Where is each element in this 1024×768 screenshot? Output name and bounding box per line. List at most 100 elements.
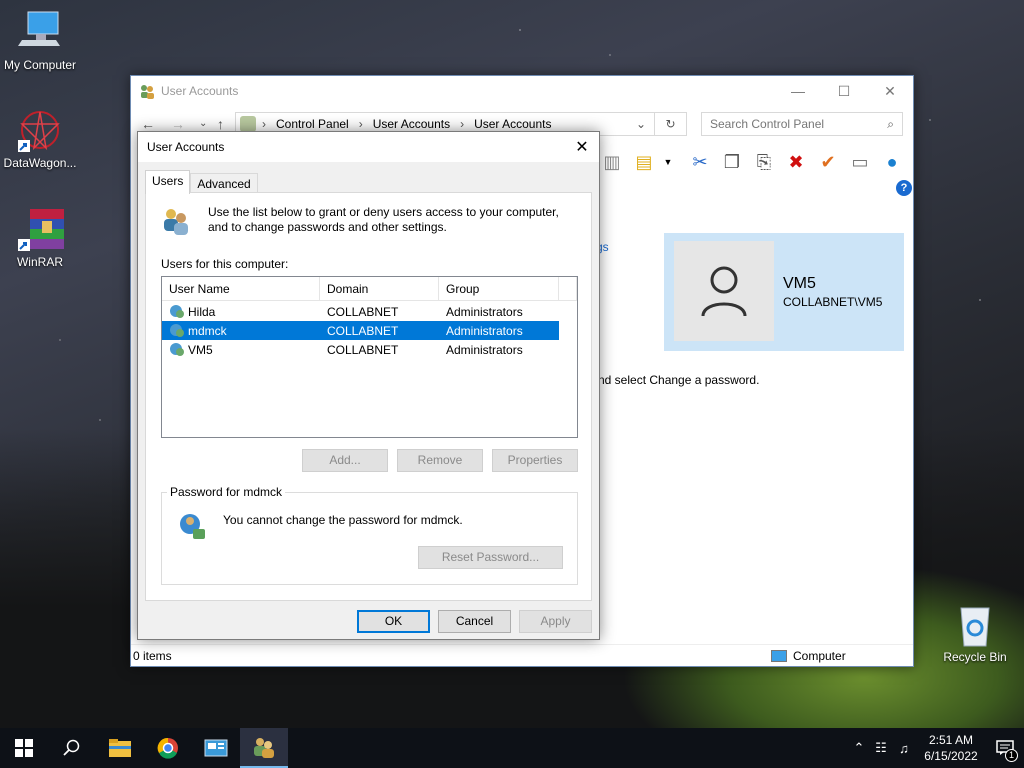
dropdown-icon[interactable]: ▼ xyxy=(657,151,679,173)
dialog-title-bar: User Accounts ✕ xyxy=(138,132,599,162)
desktop-icon-label: Recycle Bin xyxy=(943,650,1007,664)
folder-icon xyxy=(109,739,131,757)
remove-button[interactable]: Remove xyxy=(397,449,483,472)
taskbar-file-explorer[interactable] xyxy=(96,728,144,768)
profile-account: COLLABNET\VM5 xyxy=(783,295,883,309)
cell-user: Hilda xyxy=(162,304,320,320)
user-name: mdmck xyxy=(188,323,227,338)
desktop-icon-label: WinRAR xyxy=(16,255,63,269)
desktop-icon-datawagon[interactable]: DataWagon... xyxy=(0,108,80,170)
volume-icon[interactable]: ♫ xyxy=(892,741,916,756)
column-user-name[interactable]: User Name xyxy=(162,277,320,300)
password-message: You cannot change the password for mdmck… xyxy=(223,513,463,527)
breadcrumb-sep: › xyxy=(460,117,465,131)
user-icon xyxy=(169,323,185,339)
close-button[interactable]: ✕ xyxy=(867,83,913,100)
search-placeholder: Search Control Panel xyxy=(710,117,825,131)
list-header: User Name Domain Group xyxy=(162,277,577,301)
ok-button[interactable]: OK xyxy=(357,610,430,633)
taskbar: ⌃ ☷ ♫ 2:51 AM 6/15/2022 1 xyxy=(0,728,1024,768)
chrome-icon xyxy=(157,737,178,759)
users-tab-panel: Use the list below to grant or deny user… xyxy=(145,192,592,601)
user-avatar-icon xyxy=(701,266,747,317)
apply-button[interactable]: Apply xyxy=(519,610,592,633)
help-icon[interactable]: ? xyxy=(896,180,912,196)
taskbar-chrome[interactable] xyxy=(144,728,192,768)
user-key-icon xyxy=(177,511,209,546)
back-icon[interactable]: ← xyxy=(141,116,155,132)
datawagon-icon xyxy=(16,108,64,154)
maximize-button[interactable]: ☐ xyxy=(821,83,867,100)
zone-label: Computer xyxy=(793,648,846,663)
windows-icon xyxy=(15,739,33,757)
cancel-button[interactable]: Cancel xyxy=(438,610,511,633)
network-icon[interactable]: ☷ xyxy=(870,740,892,756)
tab-advanced[interactable]: Advanced xyxy=(190,173,258,194)
cell-group: Administrators xyxy=(446,342,523,357)
clock[interactable]: 2:51 AM 6/15/2022 xyxy=(916,732,986,764)
chevron-down-icon[interactable]: ⌄ xyxy=(636,117,646,131)
cut-icon[interactable]: ✂ xyxy=(689,151,711,173)
user-accounts-icon xyxy=(254,738,274,758)
search-input[interactable]: Search Control Panel ⌕ xyxy=(701,112,903,136)
table-row-selected[interactable]: mdmck COLLABNET Administrators xyxy=(162,321,559,340)
cell-user: VM5 xyxy=(162,342,320,358)
winrar-icon xyxy=(16,207,64,253)
desktop-icon-my-computer[interactable]: My Computer xyxy=(0,10,80,72)
table-row[interactable]: Hilda COLLABNET Administrators xyxy=(162,302,577,321)
recent-dropdown-icon[interactable]: ⌄ xyxy=(199,118,207,129)
column-group[interactable]: Group xyxy=(439,277,559,300)
breadcrumb-user-accounts[interactable]: User Accounts xyxy=(373,117,450,131)
tab-strip: Users Advanced xyxy=(145,170,258,194)
up-icon[interactable]: ↑ xyxy=(217,116,224,132)
breadcrumb-user-accounts-current[interactable]: User Accounts xyxy=(474,117,551,131)
user-accounts-icon xyxy=(139,83,155,99)
chevron-up-icon[interactable]: ⌃ xyxy=(848,740,870,756)
cell-domain: COLLABNET xyxy=(327,342,399,357)
minimize-button[interactable]: — xyxy=(775,83,821,99)
window-icon[interactable]: ▭ xyxy=(849,151,871,173)
users-list[interactable]: User Name Domain Group Hilda COLLABNET A… xyxy=(161,276,578,438)
view-icon[interactable]: ▥ xyxy=(601,151,623,173)
column-filler xyxy=(559,277,577,300)
globe-icon[interactable]: ● xyxy=(881,151,903,173)
user-icon xyxy=(169,304,185,320)
properties-button[interactable]: Properties xyxy=(492,449,578,472)
paste-icon[interactable]: ⎘ xyxy=(753,151,775,173)
forward-icon[interactable]: → xyxy=(171,116,185,132)
table-row[interactable]: VM5 COLLABNET Administrators xyxy=(162,340,577,359)
delete-icon[interactable]: ✖ xyxy=(785,151,807,173)
desktop-icon-label: My Computer xyxy=(3,58,77,72)
desktop-icon-winrar[interactable]: WinRAR xyxy=(0,207,80,269)
dialog-close-button[interactable]: ✕ xyxy=(565,137,599,157)
user-name: VM5 xyxy=(188,342,213,357)
refresh-icon: ↻ xyxy=(665,117,676,131)
taskbar-app[interactable] xyxy=(192,728,240,768)
cell-domain: COLLABNET xyxy=(327,323,399,338)
breadcrumb-sep: › xyxy=(262,117,266,131)
column-domain[interactable]: Domain xyxy=(320,277,439,300)
cell-user: mdmck xyxy=(162,323,320,339)
tab-users[interactable]: Users xyxy=(145,170,191,194)
start-button[interactable] xyxy=(0,728,48,768)
refresh-button[interactable]: ↻ xyxy=(655,112,687,136)
toolbar: ▥ ▤ ▼ ✂ ❐ ⎘ ✖ ✔ ▭ ● xyxy=(601,148,903,176)
desktop-icon-recycle-bin[interactable]: Recycle Bin xyxy=(935,602,1015,664)
notification-button[interactable]: 1 xyxy=(986,728,1024,768)
password-group: Password for mdmck You cannot change the… xyxy=(161,485,578,585)
check-icon[interactable]: ✔ xyxy=(817,151,839,173)
taskbar-user-accounts[interactable] xyxy=(240,728,288,768)
date: 6/15/2022 xyxy=(924,749,978,763)
users-list-label: Users for this computer: xyxy=(161,257,289,271)
breadcrumb-control-panel[interactable]: Control Panel xyxy=(276,117,349,131)
cell-group: Administrators xyxy=(446,323,523,338)
profile-name: VM5 xyxy=(783,275,816,292)
reset-password-button[interactable]: Reset Password... xyxy=(418,546,563,569)
recycle-bin-icon xyxy=(951,602,999,648)
app-window-icon xyxy=(204,739,228,757)
avatar xyxy=(674,241,774,341)
copy-icon[interactable]: ❐ xyxy=(721,151,743,173)
properties-icon[interactable]: ▤ xyxy=(633,151,655,173)
search-button[interactable] xyxy=(48,728,96,768)
add-button[interactable]: Add... xyxy=(302,449,388,472)
